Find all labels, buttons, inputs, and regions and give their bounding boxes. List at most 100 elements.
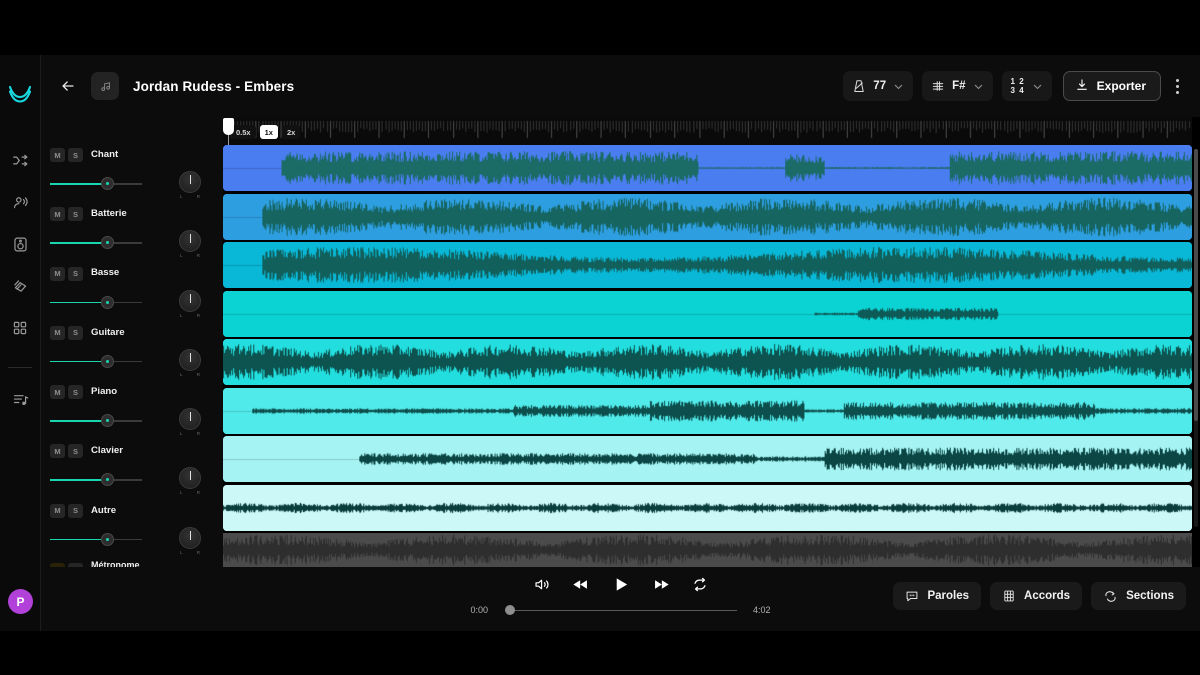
tempo-selector[interactable]: 77 [843,71,914,101]
footer-actions: Paroles Accords Sections [893,582,1186,610]
footer-button-label: Sections [1126,590,1174,602]
speed-option[interactable]: 2x [281,125,301,139]
volume-slider[interactable] [50,473,142,487]
mute-button[interactable]: M [50,325,65,340]
voice-remove-icon[interactable] [7,189,33,215]
audio-clip[interactable] [223,290,1192,337]
mute-button[interactable]: M [50,503,65,518]
loop-icon[interactable] [691,576,708,593]
waves-logo-icon[interactable] [7,79,33,105]
key-selector[interactable]: F# [922,71,993,101]
speed-option[interactable]: 1x [259,125,278,139]
volume-slider[interactable] [50,414,142,428]
track-thumbnail[interactable] [91,72,119,100]
pan-knob[interactable]: LR [179,230,201,258]
volume-slider[interactable] [50,236,142,250]
volume-slider[interactable] [50,532,142,547]
grid-apps-icon[interactable] [7,315,33,341]
mute-button[interactable]: M [50,385,65,400]
footer-button-accords[interactable]: Accords [990,582,1083,610]
rewind-icon[interactable] [571,576,590,593]
kebab-menu-icon[interactable] [1166,71,1188,101]
speed-controls: 0.5x 1x 2x [231,125,301,139]
chord-grid-icon [1002,589,1016,603]
footer-button-sections[interactable]: Sections [1091,582,1186,610]
audio-clip[interactable] [223,339,1192,386]
total-time: 4:02 [752,605,771,615]
volume-slider[interactable] [50,177,142,191]
download-icon [1075,78,1089,95]
track-name: Clavier [91,445,123,457]
solo-button[interactable]: S [68,207,83,222]
solo-button[interactable]: S [68,385,83,400]
track-name: Métronome Intelligent [91,559,140,567]
seek-slider[interactable] [504,605,737,615]
footer-button-label: Accords [1024,590,1071,602]
volume-slider[interactable] [50,354,142,369]
mute-button[interactable]: M [50,266,65,281]
vertical-scrollbar[interactable] [1194,149,1198,527]
export-button[interactable]: Exporter [1062,71,1161,101]
clip-lanes [223,145,1192,531]
solo-button[interactable]: S [68,444,83,459]
pan-knob[interactable]: LR [179,171,201,199]
timeline-ruler[interactable] [223,117,1192,145]
layers-icon[interactable] [7,273,33,299]
track-name: Piano [91,385,118,397]
playhead-line [227,135,229,145]
export-label: Exporter [1096,79,1146,93]
timeline-panel: 0.5x 1x 2x [223,117,1200,567]
speaker-box-icon[interactable] [7,231,33,257]
pan-knob[interactable]: LR [179,289,201,318]
left-nav-rail: P [0,55,41,631]
main-area: Jordan Rudess - Embers 77 F# 1 2 3 4 Exp… [41,55,1200,631]
solo-button[interactable]: S [68,266,83,281]
user-avatar[interactable]: P [8,589,33,614]
back-arrow-icon[interactable] [55,73,81,99]
play-icon[interactable] [611,575,630,594]
playhead-handle[interactable] [223,118,234,135]
chevron-down-icon [973,81,984,92]
time-signature-top: 1 2 [1010,77,1025,86]
mute-button[interactable]: M [50,207,65,222]
track-row: MSMétronome IntelligentLR [41,560,223,567]
solo-button[interactable]: S [68,503,83,518]
header-bar: Jordan Rudess - Embers 77 F# 1 2 3 4 Exp… [41,55,1200,117]
key-signature-icon [931,79,945,93]
mute-button[interactable]: M [50,148,65,162]
track-name: Basse [91,267,120,279]
audio-clip[interactable] [223,436,1192,483]
playlist-music-icon[interactable] [7,386,33,412]
audio-clip[interactable] [223,387,1192,434]
volume-icon[interactable] [533,576,550,593]
track-row: M S Batterie L R [41,204,223,258]
shuffle-icon[interactable] [7,147,33,173]
footer-button-paroles[interactable]: Paroles [893,582,982,610]
seek-bar-row: 0:00 4:02 [471,605,771,615]
pan-knob[interactable]: LR [179,526,201,555]
pan-knob[interactable]: LR [179,467,201,495]
chevron-down-icon [1032,81,1043,92]
volume-slider[interactable] [50,295,142,310]
track-name: Guitare [91,326,125,338]
audio-clip[interactable] [223,484,1192,531]
audio-clip[interactable] [223,145,1192,192]
letterbox-top [0,0,1200,55]
letterbox-bottom [0,631,1200,675]
pan-knob[interactable]: LR [179,408,201,436]
speed-option[interactable]: 0.5x [231,125,256,139]
fast-forward-icon[interactable] [651,576,670,593]
solo-button[interactable]: S [68,148,83,162]
audio-clip[interactable] [223,193,1192,240]
track-row: M S Autre L R [41,501,223,555]
pan-knob[interactable]: LR [179,348,201,377]
overview-waveform[interactable] [223,533,1192,567]
audio-clip[interactable] [223,242,1192,289]
footer-button-label: Paroles [927,590,970,602]
time-signature-selector[interactable]: 1 2 3 4 [1001,71,1052,101]
solo-button[interactable]: S [68,325,83,340]
track-list-panel: M S Chant L R M S Batterie L R M S Basse L R M S Guitare L… [41,117,223,567]
sections-loop-icon [1103,589,1118,604]
mute-button[interactable]: M [50,444,65,459]
time-signature-bottom: 3 4 [1010,86,1025,95]
